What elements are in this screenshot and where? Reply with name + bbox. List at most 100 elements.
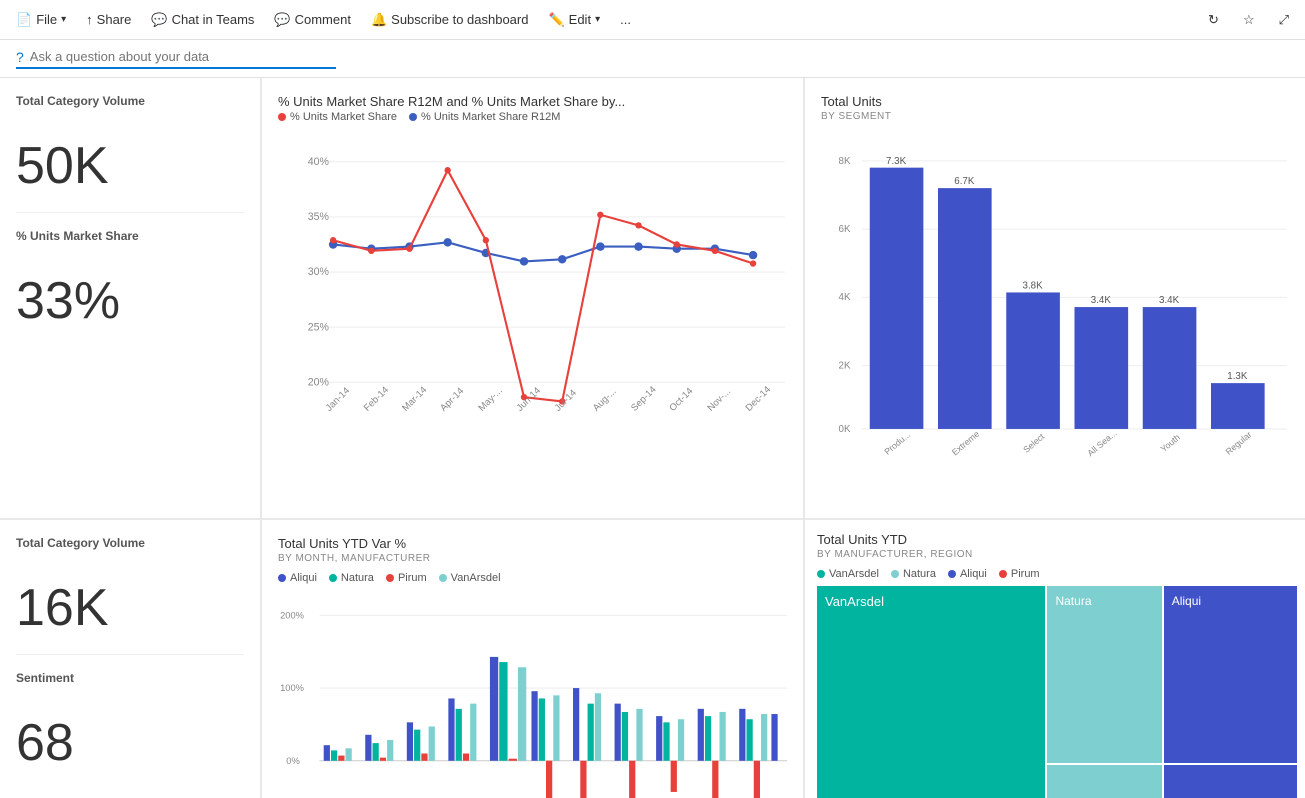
- legend-item-units-share: % Units Market Share: [278, 111, 397, 123]
- svg-text:25%: 25%: [308, 321, 330, 333]
- pirum-dot-tm: [999, 570, 1007, 578]
- svg-text:6K: 6K: [839, 224, 851, 235]
- svg-text:35%: 35%: [308, 211, 330, 223]
- toolbar: 📄 File ▾ ↑ Share 💬 Chat in Teams 💬 Comme…: [0, 0, 1305, 40]
- legend-pirum: Pirum: [386, 572, 427, 584]
- natura-dot: [329, 574, 337, 582]
- treemap-label-aliqui: Aliqui: [1172, 594, 1289, 608]
- kpi2-title: % Units Market Share: [16, 229, 244, 243]
- legend-vanarsdel-tm: VanArsdel: [817, 568, 879, 580]
- svg-text:7.3K: 7.3K: [886, 156, 907, 167]
- line-chart-legend: % Units Market Share % Units Market Shar…: [278, 111, 787, 123]
- svg-text:0%: 0%: [286, 756, 299, 766]
- svg-text:3.4K: 3.4K: [1091, 295, 1112, 306]
- share-icon: ↑: [86, 12, 93, 27]
- kpi3-value: 16K: [16, 578, 244, 638]
- teams-icon: 💬: [151, 12, 167, 28]
- svg-text:Apr-14: Apr-14: [438, 385, 467, 414]
- treemap-cell-aliqui-top: Aliqui: [1164, 586, 1297, 763]
- bar-chart-subtitle: BY SEGMENT: [821, 111, 1289, 122]
- line-chart-svg: 40% 35% 30% 25% 20%: [278, 129, 787, 449]
- svg-text:3.8K: 3.8K: [1023, 281, 1044, 292]
- kpi4-title: Sentiment: [16, 671, 244, 685]
- grouped-bar-title: Total Units YTD Var %: [278, 536, 787, 551]
- treemap-label-vanarsdel: VanArsdel: [825, 594, 1037, 609]
- svg-text:Jan-14: Jan-14: [324, 385, 353, 414]
- vanarsdel-dot-tm: [817, 570, 825, 578]
- bookmark-button[interactable]: ☆: [1235, 8, 1263, 32]
- svg-text:Select: Select: [1021, 431, 1047, 455]
- svg-text:Sep-14: Sep-14: [629, 384, 659, 414]
- legend-pirum-tm: Pirum: [999, 568, 1040, 580]
- svg-text:Dec-14: Dec-14: [744, 384, 774, 414]
- aliqui-dot: [278, 574, 286, 582]
- grouped-bar-legend: Aliqui Natura Pirum VanArsdel: [278, 572, 787, 584]
- natura-dot-tm: [891, 570, 899, 578]
- file-icon: 📄: [16, 12, 32, 28]
- fullscreen-icon: ⤢: [1279, 12, 1289, 28]
- svg-text:All Sea...: All Sea...: [1085, 428, 1118, 458]
- svg-text:30%: 30%: [308, 266, 330, 278]
- svg-text:20%: 20%: [308, 376, 330, 388]
- svg-text:Extreme: Extreme: [950, 429, 982, 458]
- legend-item-r12m: % Units Market Share R12M: [409, 111, 560, 123]
- chevron-down-icon: ▾: [595, 14, 600, 25]
- treemap-legend: VanArsdel Natura Aliqui Pirum: [817, 568, 1293, 580]
- svg-text:Mar-14: Mar-14: [400, 384, 430, 414]
- svg-text:40%: 40%: [308, 156, 330, 168]
- vanarsdel-dot: [439, 574, 447, 582]
- kpi2-value: 33%: [16, 271, 244, 331]
- svg-text:200%: 200%: [280, 610, 304, 620]
- svg-text:0K: 0K: [839, 424, 851, 435]
- svg-text:Feb-14: Feb-14: [362, 384, 392, 414]
- comment-button[interactable]: 💬 Comment: [266, 8, 359, 32]
- line-chart-card: % Units Market Share R12M and % Units Ma…: [262, 78, 803, 518]
- refresh-button[interactable]: ↻: [1200, 8, 1227, 32]
- chat-in-teams-button[interactable]: 💬 Chat in Teams: [143, 8, 262, 32]
- treemap-title: Total Units YTD: [817, 532, 1293, 547]
- grouped-bar-subtitle: BY MONTH, MANUFACTURER: [278, 553, 787, 564]
- treemap-grid: VanArsdel Central Natura Aliqui Central …: [817, 586, 1293, 798]
- pirum-dot: [386, 574, 394, 582]
- bar-chart-title: Total Units: [821, 94, 1289, 109]
- share-button[interactable]: ↑ Share: [78, 8, 139, 31]
- subscribe-button[interactable]: 🔔 Subscribe to dashboard: [363, 8, 537, 32]
- grouped-bar-card: Total Units YTD Var % BY MONTH, MANUFACT…: [262, 520, 803, 798]
- treemap-card: Total Units YTD BY MANUFACTURER, REGION …: [805, 520, 1305, 798]
- svg-text:3.4K: 3.4K: [1159, 295, 1180, 306]
- legend-natura: Natura: [329, 572, 374, 584]
- svg-text:8K: 8K: [839, 156, 851, 167]
- comment-icon: 💬: [274, 12, 290, 28]
- treemap-cell-vanarsdel: VanArsdel Central: [817, 586, 1045, 798]
- kpi3-title: Total Category Volume: [16, 536, 244, 550]
- ask-bar: ?: [0, 40, 1305, 78]
- aliqui-dot-tm: [948, 570, 956, 578]
- legend-dot-blue: [409, 113, 417, 121]
- legend-dot-red: [278, 113, 286, 121]
- bar-chart-svg: 8K 6K 4K 2K 0K 7.3K 6.7K 3.8K 3.4K: [821, 130, 1289, 490]
- treemap-cell-aliqui-bottom: Central: [1164, 765, 1297, 798]
- svg-text:Regular: Regular: [1224, 429, 1254, 456]
- svg-text:Nov-...: Nov-...: [705, 386, 733, 414]
- more-options-button[interactable]: ...: [612, 8, 639, 31]
- kpi-card-1: Total Category Volume 50K % Units Market…: [0, 78, 260, 518]
- ask-bar-border: ?: [16, 49, 336, 69]
- dashboard: Total Category Volume 50K % Units Market…: [0, 78, 1305, 798]
- legend-aliqui-tm: Aliqui: [948, 568, 987, 580]
- svg-text:Produ...: Produ...: [882, 429, 912, 456]
- edit-icon: ✏️: [548, 12, 564, 28]
- file-menu[interactable]: 📄 File ▾: [8, 8, 74, 32]
- kpi1-title: Total Category Volume: [16, 94, 244, 108]
- refresh-icon: ↻: [1208, 12, 1219, 28]
- svg-text:Oct-14: Oct-14: [667, 385, 695, 413]
- treemap-cell-right-bottom: Central Pirum Central: [1164, 765, 1297, 798]
- kpi4-value: 68: [16, 713, 244, 773]
- edit-button[interactable]: ✏️ Edit ▾: [540, 8, 608, 32]
- fullscreen-button[interactable]: ⤢: [1271, 8, 1297, 32]
- svg-text:6.7K: 6.7K: [954, 176, 975, 187]
- svg-text:Aug-...: Aug-...: [591, 386, 619, 414]
- svg-text:May-...: May-...: [476, 385, 504, 413]
- ask-question-input[interactable]: [30, 49, 310, 64]
- svg-text:100%: 100%: [280, 683, 304, 693]
- legend-vanarsdel: VanArsdel: [439, 572, 501, 584]
